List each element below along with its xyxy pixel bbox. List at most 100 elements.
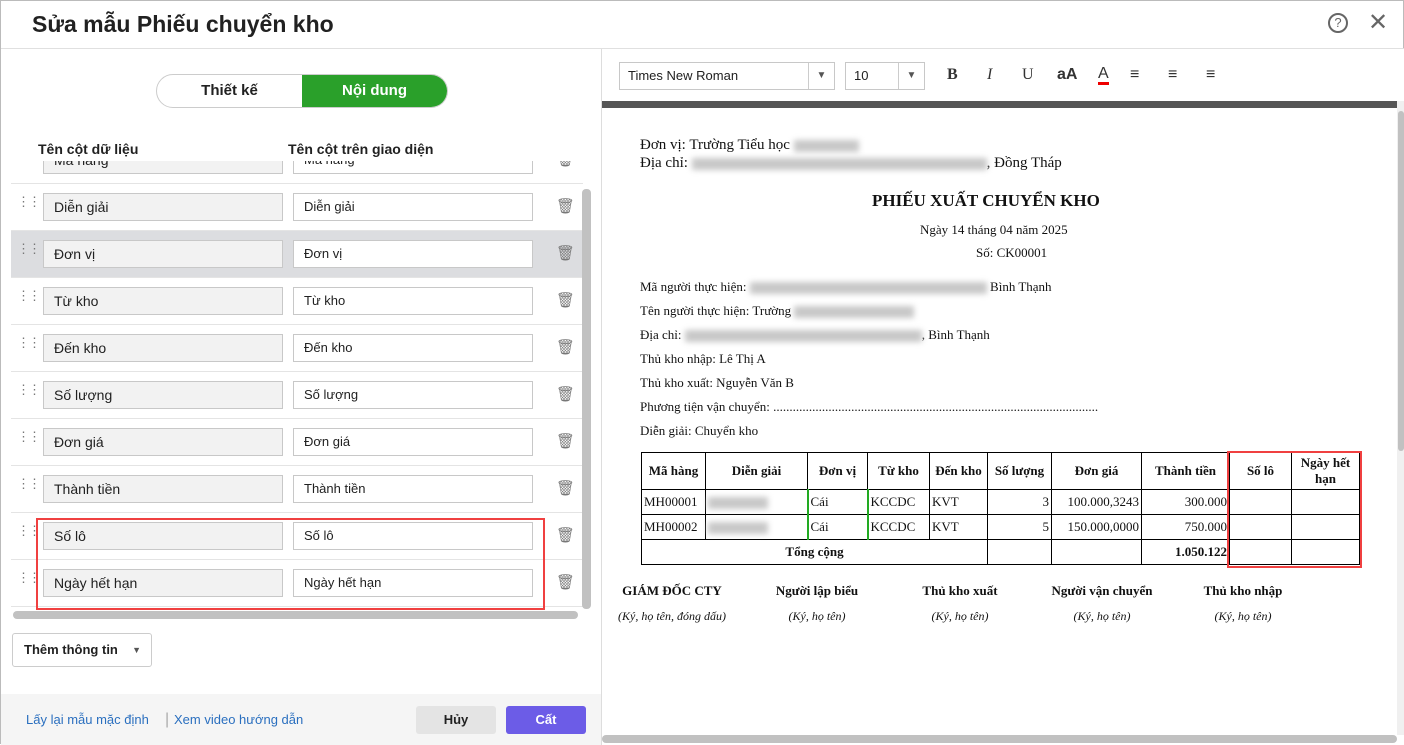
italic-button[interactable]: I	[987, 66, 992, 84]
bold-button[interactable]: B	[947, 66, 958, 84]
column-row[interactable]: ⋮⋮ Từ kho Từ kho 🗑	[11, 278, 583, 325]
field-value: , Bình Thạnh	[921, 327, 990, 342]
display-name-input[interactable]: Thành tiền	[293, 475, 533, 503]
display-name-input[interactable]: Đơn giá	[293, 428, 533, 456]
font-size-value: 10	[854, 68, 869, 83]
tab-design[interactable]: Thiết kế	[157, 75, 302, 107]
trash-icon[interactable]: 🗑	[556, 432, 575, 450]
dialog-header: Sửa mẫu Phiếu chuyển kho ? ✕	[1, 1, 1404, 49]
font-family-select[interactable]: Times New Roman ▼	[619, 62, 835, 90]
trash-icon[interactable]: 🗑	[556, 291, 575, 309]
preview-hscrollbar[interactable]	[602, 735, 1397, 743]
trash-icon[interactable]: 🗑	[556, 479, 575, 497]
data-column-field: Đến kho	[43, 334, 283, 362]
list-scrollbar[interactable]	[582, 189, 591, 609]
trash-icon[interactable]: 🗑	[556, 338, 575, 356]
cell-to: KVT	[929, 489, 988, 515]
doc-title: PHIẾU XUẤT CHUYỂN KHO	[872, 191, 1100, 210]
cancel-button[interactable]: Hủy	[416, 706, 496, 734]
column-row[interactable]: ⋮⋮ Đến kho Đến kho 🗑	[11, 325, 583, 372]
watch-video-link[interactable]: Xem video hướng dẫn	[174, 712, 303, 727]
drag-handle-icon[interactable]: ⋮⋮	[17, 524, 41, 537]
signer-title: GIÁM ĐỐC CTY	[622, 583, 722, 598]
column-row[interactable]: ⋮⋮ Thành tiền Thành tiền 🗑	[11, 466, 583, 513]
display-name-input[interactable]: Đơn vị	[293, 240, 533, 268]
highlight-box	[36, 518, 545, 610]
redacted-text	[794, 306, 915, 319]
data-column-field: Diễn giải	[43, 193, 283, 221]
cell-unit: Cái	[806, 489, 868, 515]
column-header: Đơn vị	[807, 452, 868, 490]
trash-icon[interactable]: 🗑	[556, 573, 575, 591]
trash-icon[interactable]: 🗑	[556, 244, 575, 262]
add-info-dropdown[interactable]: Thêm thông tin ▼	[12, 633, 152, 667]
align-center-icon[interactable]: ≡	[1168, 66, 1177, 84]
close-icon[interactable]: ✕	[1368, 8, 1388, 37]
redacted-text	[708, 497, 768, 510]
column-row[interactable]: ⋮⋮ Đơn giá Đơn giá 🗑	[11, 419, 583, 466]
align-right-icon[interactable]: ≡	[1206, 66, 1215, 84]
chevron-down-icon: ▼	[808, 63, 834, 89]
field-label: Mã người thực hiện:	[640, 279, 747, 294]
divider: |	[165, 711, 170, 728]
data-column-field: Số lượng	[43, 381, 283, 409]
add-info-label: Thêm thông tin	[24, 642, 118, 657]
redacted-text	[793, 139, 859, 152]
display-name-input[interactable]: Số lượng	[293, 381, 533, 409]
signer-title: Người lập biểu	[775, 583, 859, 598]
field-label: Địa chỉ:	[640, 327, 682, 342]
signer-title: Thủ kho nhập	[1203, 583, 1283, 598]
signer-title: Thủ kho xuất	[922, 583, 998, 598]
signer-note: (Ký, họ tên)	[788, 609, 846, 623]
font-color-button[interactable]: A	[1098, 66, 1109, 85]
column-row[interactable]: ⋮⋮ Diễn giải Diễn giải 🗑	[11, 184, 583, 231]
trash-icon[interactable]: 🗑	[556, 526, 575, 544]
save-button[interactable]: Cất	[506, 706, 586, 734]
column-row[interactable]: ⋮⋮ Số lượng Số lượng 🗑	[11, 372, 583, 419]
display-name-input[interactable]: Diễn giải	[293, 193, 533, 221]
cell-price: 100.000,3243	[1051, 489, 1142, 515]
list-hscrollbar[interactable]	[13, 611, 578, 619]
column-row[interactable]: ⋮⋮ Đơn vị Đơn vị 🗑	[11, 231, 583, 278]
data-column-field: Đơn vị	[43, 240, 283, 268]
display-name-input[interactable]: Mã hàng	[293, 161, 533, 174]
trash-icon[interactable]: 🗑	[556, 385, 575, 403]
text-case-button[interactable]: aA	[1057, 66, 1077, 84]
drag-handle-icon[interactable]: ⋮⋮	[17, 383, 41, 396]
redacted-text	[691, 157, 987, 170]
drag-handle-icon[interactable]: ⋮⋮	[17, 430, 41, 443]
tab-content[interactable]: Nội dung	[302, 75, 447, 107]
trash-icon[interactable]: 🗑	[556, 197, 575, 215]
drag-handle-icon[interactable]: ⋮⋮	[17, 477, 41, 490]
display-name-input[interactable]: Từ kho	[293, 287, 533, 315]
doc-unit: Đơn vị: Trường Tiểu học	[640, 137, 859, 154]
drag-handle-icon[interactable]: ⋮⋮	[17, 289, 41, 302]
field-label: Tên người thực hiện: Trường	[640, 303, 792, 318]
doc-address-label: Địa chỉ:	[640, 155, 688, 171]
font-size-select[interactable]: 10 ▼	[845, 62, 925, 90]
drag-handle-icon[interactable]: ⋮⋮	[17, 336, 41, 349]
help-icon[interactable]: ?	[1328, 13, 1348, 33]
signer-title: Người vận chuyển	[1051, 583, 1153, 598]
preview-scrollbar[interactable]	[1397, 101, 1404, 735]
column-header: Thành tiền	[1141, 452, 1230, 490]
cell-code: MH00001	[641, 489, 706, 515]
display-name-input[interactable]: Đến kho	[293, 334, 533, 362]
field-address: Địa chỉ: , Bình Thạnh	[640, 327, 990, 343]
highlight-box	[1227, 451, 1362, 568]
underline-button[interactable]: U	[1022, 66, 1034, 84]
cell-amount: 750.000	[1141, 514, 1230, 540]
drag-handle-icon[interactable]: ⋮⋮	[17, 571, 41, 584]
align-left-icon[interactable]: ≡	[1130, 66, 1139, 84]
dialog-title: Sửa mẫu Phiếu chuyển kho	[32, 11, 334, 37]
drag-handle-icon[interactable]: ⋮⋮	[17, 242, 41, 255]
drag-handle-icon[interactable]: ⋮⋮	[17, 195, 41, 208]
column-row[interactable]: ⋮⋮ Mã hàng Mã hàng 🗑	[11, 161, 583, 184]
cell-unit: Cái	[806, 514, 868, 540]
reset-default-link[interactable]: Lấy lại mẫu mặc định	[26, 712, 149, 727]
chevron-down-icon: ▼	[898, 63, 924, 89]
column-header: Số lượng	[987, 452, 1052, 490]
data-column-field: Từ kho	[43, 287, 283, 315]
field-value: Bình Thạnh	[990, 279, 1052, 294]
trash-icon[interactable]: 🗑	[556, 161, 575, 168]
